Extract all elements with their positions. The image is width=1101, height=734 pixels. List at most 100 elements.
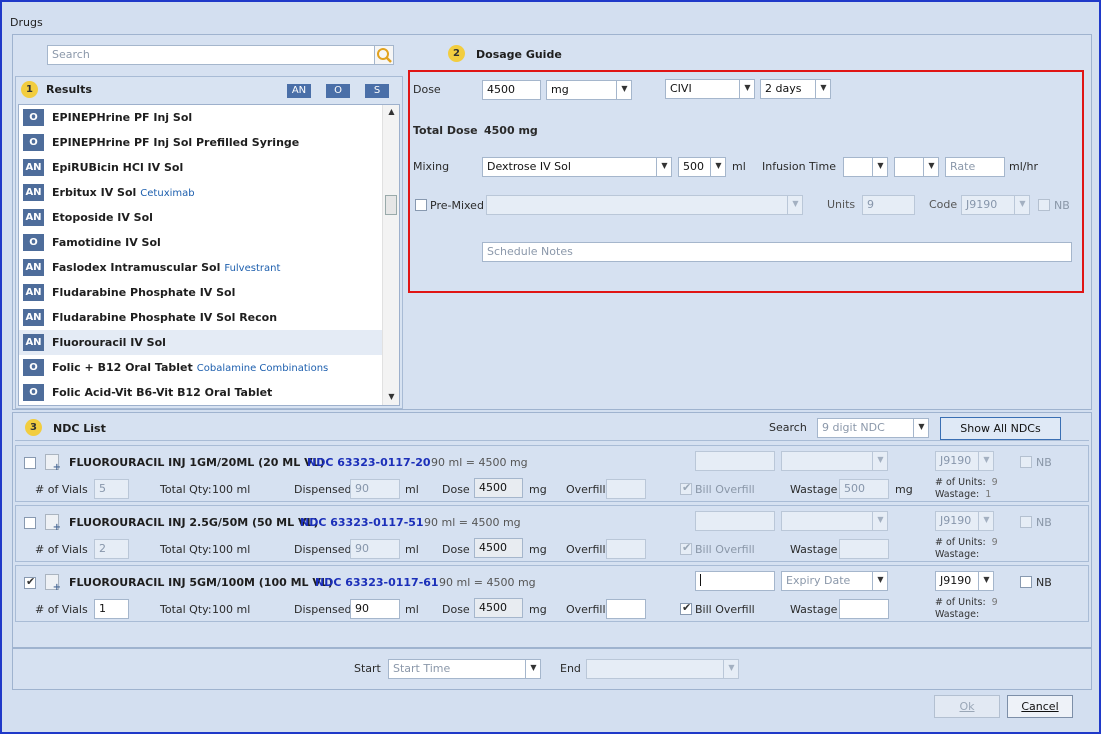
scroll-thumb[interactable] xyxy=(385,195,397,215)
filter-o-button[interactable]: O xyxy=(326,84,350,98)
result-list-item[interactable]: AN Faslodex Intramuscular Sol Fulvestrant xyxy=(19,255,399,280)
show-all-ndcs-button[interactable]: Show All NDCs xyxy=(940,417,1061,440)
lot-number-input[interactable] xyxy=(695,571,775,591)
results-scrollbar[interactable]: ▲ ▼ xyxy=(382,105,399,405)
add-document-icon[interactable] xyxy=(45,574,61,593)
dispensed-input[interactable]: 90 xyxy=(350,479,400,499)
result-list-item[interactable]: O Folic + B12 Oral Tablet Cobalamine Combi… xyxy=(19,355,399,380)
add-document-icon[interactable] xyxy=(45,454,61,473)
ndc-dose-unit: mg xyxy=(529,543,547,556)
filter-an-button[interactable]: AN xyxy=(287,84,311,98)
start-time-select[interactable]: Start Time ▼ xyxy=(388,659,541,679)
result-list-item[interactable]: O Folic Acid-Vit B6-Vit B12 Oral Tablet xyxy=(19,380,399,405)
chevron-down-icon[interactable]: ▼ xyxy=(978,572,993,590)
cancel-button[interactable]: Cancel xyxy=(1007,695,1073,718)
lot-number-input[interactable] xyxy=(695,511,775,531)
add-document-icon[interactable] xyxy=(45,514,61,533)
results-list: O EPINEPHrine PF Inj Sol O EPINEPHrine PF I… xyxy=(18,104,400,406)
result-list-item[interactable]: O EPINEPHrine PF Inj Sol Prefilled Syring… xyxy=(19,130,399,155)
result-list-item[interactable]: AN EpiRUBicin HCl IV Sol xyxy=(19,155,399,180)
total-qty-label: Total Qty: xyxy=(160,603,212,616)
overfill-input[interactable] xyxy=(606,479,646,499)
vials-input[interactable]: 2 xyxy=(94,539,129,559)
result-name: Folic + B12 Oral Tablet xyxy=(52,361,193,374)
result-list-item[interactable]: O EPINEPHrine PF Inj Sol xyxy=(19,105,399,130)
scroll-down-icon[interactable]: ▼ xyxy=(383,392,399,401)
units-count-label: # of Units: xyxy=(935,537,986,548)
overfill-input[interactable] xyxy=(606,539,646,559)
chevron-down-icon[interactable]: ▼ xyxy=(978,452,993,470)
ndc-nb-label: NB xyxy=(1036,456,1052,469)
ndc-nb-checkbox[interactable] xyxy=(1020,456,1032,468)
result-name-wrap: Fluorouracil IV Sol xyxy=(52,336,170,349)
ok-button[interactable]: Ok xyxy=(934,695,1000,718)
result-type-badge: AN xyxy=(23,284,44,301)
ndc-dose-input[interactable]: 4500 xyxy=(474,478,523,498)
ndc-divider xyxy=(15,440,1089,441)
result-list-item[interactable]: AN Fludarabine Phosphate IV Sol xyxy=(19,280,399,305)
chevron-down-icon[interactable]: ▼ xyxy=(913,419,928,437)
overfill-input[interactable] xyxy=(606,599,646,619)
bill-overfill-checkbox[interactable] xyxy=(680,541,692,555)
ndc-dose-input[interactable]: 4500 xyxy=(474,538,523,558)
chevron-down-icon[interactable]: ▼ xyxy=(872,512,887,530)
bill-overfill-checkbox[interactable] xyxy=(680,601,692,615)
search-icon[interactable] xyxy=(374,45,394,65)
ndc-nb-checkbox[interactable] xyxy=(1020,576,1032,588)
ndc-nb-checkbox[interactable] xyxy=(1020,516,1032,528)
ok-label: Ok xyxy=(959,700,975,713)
result-list-item[interactable]: AN Etoposide IV Sol xyxy=(19,205,399,230)
result-name: EpiRUBicin HCl IV Sol xyxy=(52,161,184,174)
hcpcs-select[interactable]: J9190 ▼ xyxy=(935,571,994,591)
ndc-name: FLUOROURACIL INJ 1GM/20ML (20 ML VL) xyxy=(69,456,325,469)
chevron-down-icon[interactable]: ▼ xyxy=(978,512,993,530)
filter-s-button[interactable]: S xyxy=(365,84,389,98)
chevron-down-icon[interactable]: ▼ xyxy=(872,572,887,590)
ndc-search-select[interactable]: 9 digit NDC ▼ xyxy=(817,418,929,438)
scroll-up-icon[interactable]: ▲ xyxy=(383,107,399,116)
result-name: Etoposide IV Sol xyxy=(52,211,153,224)
result-list-item[interactable]: AN Erbitux IV Sol Cetuximab xyxy=(19,180,399,205)
ndc-equivalence: 90 ml = 4500 mg xyxy=(424,516,521,529)
result-list-item[interactable]: AN Fludarabine Phosphate IV Sol Recon xyxy=(19,305,399,330)
dispensed-input[interactable]: 90 xyxy=(350,599,400,619)
ndc-dose-unit: mg xyxy=(529,603,547,616)
ndc-select-checkbox[interactable] xyxy=(24,575,36,589)
window-title: Drugs xyxy=(10,16,43,29)
ndc-title: NDC List xyxy=(53,422,106,435)
end-time-select[interactable]: ▼ xyxy=(586,659,739,679)
schedule-panel xyxy=(12,648,1092,690)
bill-overfill-label: Bill Overfill xyxy=(695,603,755,616)
expiry-date-select[interactable]: Expiry Date ▼ xyxy=(781,571,888,591)
wastage-input[interactable] xyxy=(839,539,889,559)
result-list-item[interactable]: AN Fluorouracil IV Sol xyxy=(19,330,399,355)
ndc-dose-input[interactable]: 4500 xyxy=(474,598,523,618)
hcpcs-select[interactable]: J9190 ▼ xyxy=(935,451,994,471)
lot-number-input[interactable] xyxy=(695,451,775,471)
wastage-input[interactable] xyxy=(839,599,889,619)
result-list-item[interactable]: O Famotidine IV Sol xyxy=(19,230,399,255)
vials-input[interactable]: 5 xyxy=(94,479,129,499)
chevron-down-icon[interactable]: ▼ xyxy=(723,660,738,678)
ndc-code: NDC 63323-0117-20 xyxy=(307,456,431,469)
result-type-badge: AN xyxy=(23,334,44,351)
search-input[interactable]: Search xyxy=(47,45,375,65)
result-type-badge: O xyxy=(23,384,44,401)
dispensed-unit: ml xyxy=(405,483,419,496)
total-qty-value: 100 ml xyxy=(212,483,251,496)
chevron-down-icon[interactable]: ▼ xyxy=(872,452,887,470)
result-generic: Fulvestrant xyxy=(224,263,281,274)
expiry-date-select[interactable]: ▼ xyxy=(781,511,888,531)
vials-input[interactable]: 1 xyxy=(94,599,129,619)
wastage-count: Wastage: 1 xyxy=(935,489,991,501)
expiry-date-select[interactable]: ▼ xyxy=(781,451,888,471)
ndc-select-checkbox[interactable] xyxy=(24,457,36,469)
result-name: Famotidine IV Sol xyxy=(52,236,161,249)
chevron-down-icon[interactable]: ▼ xyxy=(525,660,540,678)
hcpcs-select[interactable]: J9190 ▼ xyxy=(935,511,994,531)
dispensed-input[interactable]: 90 xyxy=(350,539,400,559)
wastage-input[interactable]: 500 xyxy=(839,479,889,499)
bill-overfill-checkbox[interactable] xyxy=(680,481,692,495)
wastage-count: Wastage: xyxy=(935,549,985,561)
ndc-select-checkbox[interactable] xyxy=(24,517,36,529)
